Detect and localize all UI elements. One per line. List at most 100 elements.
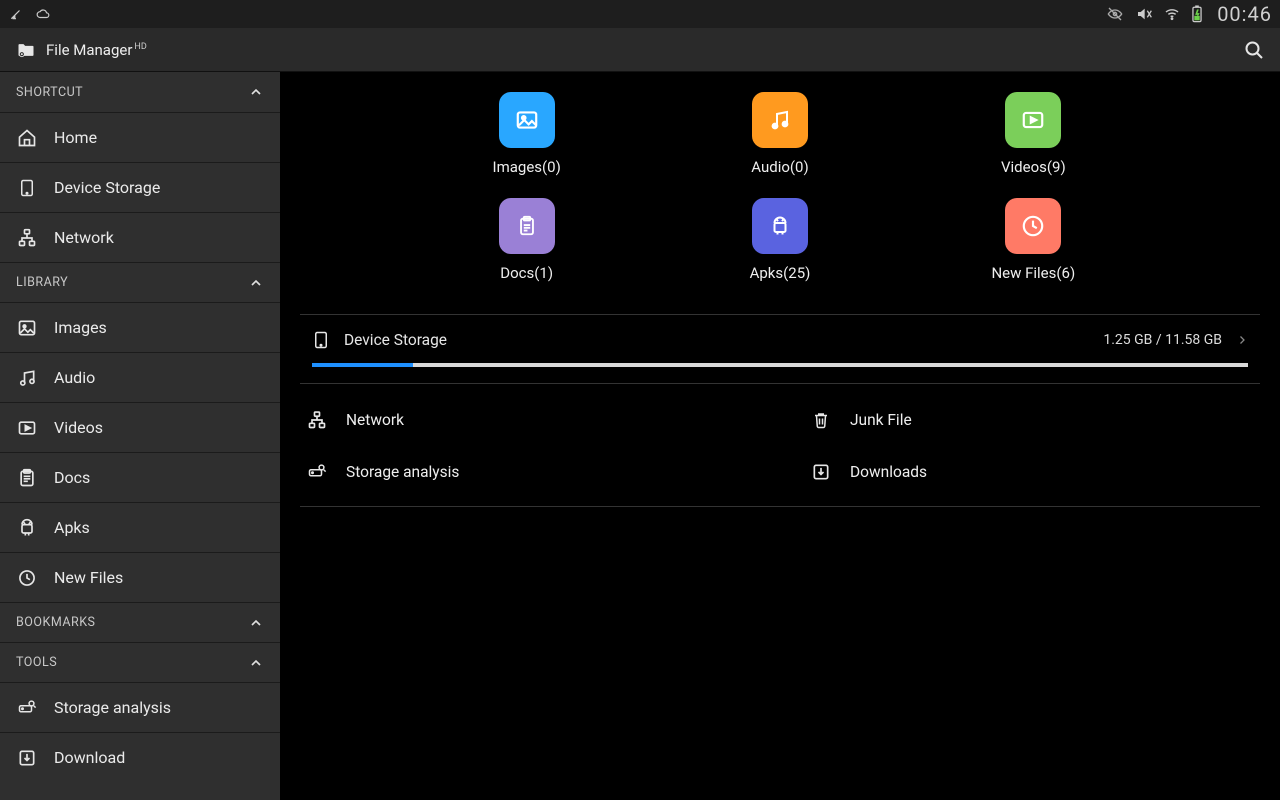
category-label: New Files(6) [991, 264, 1075, 282]
category-label: Videos(9) [1001, 158, 1066, 176]
sidebar-item-label: Apks [54, 518, 90, 537]
tool-label: Junk File [850, 411, 912, 429]
cleaner-icon [8, 7, 24, 21]
sidebar-item-label: Storage analysis [54, 698, 171, 717]
tool-storage-analysis[interactable]: Storage analysis [306, 462, 750, 482]
sidebar-item-label: Videos [54, 418, 103, 437]
sidebar-item-home[interactable]: Home [0, 112, 280, 162]
app-badge-text: HD [134, 42, 146, 52]
drive-search-icon [16, 699, 38, 717]
sidebar-item-label: Docs [54, 468, 90, 487]
sidebar: SHORTCUT Home Device Storage Network LIB… [0, 72, 280, 800]
drive-search-icon [306, 463, 328, 481]
sidebar-item-audio[interactable]: Audio [0, 352, 280, 402]
sidebar-item-storage-analysis[interactable]: Storage analysis [0, 682, 280, 732]
app-name-text: File Manager [46, 41, 132, 59]
download-icon [16, 748, 38, 768]
category-label: Audio(0) [751, 158, 808, 176]
chevron-up-icon [248, 275, 264, 291]
sidebar-header-label: SHORTCUT [16, 85, 83, 100]
sidebar-item-label: Home [54, 128, 97, 147]
sidebar-item-apks[interactable]: Apks [0, 502, 280, 552]
eye-off-icon [1105, 6, 1125, 22]
category-videos[interactable]: Videos(9) [907, 92, 1160, 176]
sidebar-item-device-storage[interactable]: Device Storage [0, 162, 280, 212]
main-area: Images(0) Audio(0) Videos(9) Docs(1) [280, 72, 1280, 800]
tool-label: Storage analysis [346, 463, 459, 481]
chevron-up-icon [248, 655, 264, 671]
category-newfiles[interactable]: New Files(6) [907, 198, 1160, 282]
app-header: File ManagerHD [0, 28, 1280, 72]
sidebar-item-docs[interactable]: Docs [0, 452, 280, 502]
sidebar-item-download[interactable]: Download [0, 732, 280, 782]
video-icon [16, 418, 38, 438]
tile-docs [499, 198, 555, 254]
storage-capacity: 1.25 GB / 11.58 GB [1103, 332, 1222, 348]
sidebar-header-label: BOOKMARKS [16, 615, 95, 630]
sidebar-section-tools[interactable]: TOOLS [0, 642, 280, 682]
sidebar-header-label: LIBRARY [16, 275, 68, 290]
tool-label: Downloads [850, 463, 927, 481]
category-grid: Images(0) Audio(0) Videos(9) Docs(1) [280, 92, 1280, 306]
app-title[interactable]: File ManagerHD [14, 40, 147, 60]
battery-charging-icon [1191, 5, 1203, 23]
tile-videos [1005, 92, 1061, 148]
tile-apks [752, 198, 808, 254]
chevron-right-icon [1236, 332, 1248, 348]
tablet-icon [312, 329, 330, 351]
status-clock: 00:46 [1217, 2, 1272, 26]
sidebar-item-label: New Files [54, 568, 123, 587]
clipboard-icon [16, 468, 38, 488]
tool-label: Network [346, 411, 404, 429]
chevron-up-icon [248, 84, 264, 100]
clock-icon [16, 568, 38, 588]
sidebar-section-shortcut[interactable]: SHORTCUT [0, 72, 280, 112]
sidebar-item-label: Images [54, 318, 107, 337]
sidebar-item-label: Device Storage [54, 178, 160, 197]
tool-junk-file[interactable]: Junk File [810, 410, 1254, 430]
tool-links: Network Junk File Storage analysis Downl… [300, 402, 1260, 507]
storage-progress [312, 363, 1248, 367]
tile-newfiles [1005, 198, 1061, 254]
category-apks[interactable]: Apks(25) [653, 198, 906, 282]
home-icon [16, 128, 38, 148]
android-icon [16, 518, 38, 538]
sidebar-item-network[interactable]: Network [0, 212, 280, 262]
wifi-icon [1163, 6, 1181, 22]
android-status-bar: 00:46 [0, 0, 1280, 28]
sidebar-item-label: Download [54, 748, 125, 767]
trash-icon [810, 410, 832, 430]
sidebar-item-newfiles[interactable]: New Files [0, 552, 280, 602]
download-icon [810, 462, 832, 482]
tool-downloads[interactable]: Downloads [810, 462, 1254, 482]
image-icon [16, 318, 38, 338]
cloud-icon [34, 7, 52, 21]
category-docs[interactable]: Docs(1) [400, 198, 653, 282]
category-audio[interactable]: Audio(0) [653, 92, 906, 176]
category-label: Docs(1) [500, 264, 553, 282]
sidebar-header-label: TOOLS [16, 655, 57, 670]
storage-progress-fill [312, 363, 413, 367]
category-label: Images(0) [493, 158, 561, 176]
network-icon [16, 228, 38, 248]
sidebar-item-label: Audio [54, 368, 95, 387]
chevron-up-icon [248, 615, 264, 631]
music-icon [16, 368, 38, 388]
sidebar-section-bookmarks[interactable]: BOOKMARKS [0, 602, 280, 642]
sidebar-section-library[interactable]: LIBRARY [0, 262, 280, 302]
storage-row[interactable]: Device Storage 1.25 GB / 11.58 GB [300, 314, 1260, 384]
folder-gear-icon [14, 40, 38, 60]
tool-network[interactable]: Network [306, 410, 750, 430]
sidebar-item-videos[interactable]: Videos [0, 402, 280, 452]
sidebar-item-label: Network [54, 228, 114, 247]
category-images[interactable]: Images(0) [400, 92, 653, 176]
sidebar-item-images[interactable]: Images [0, 302, 280, 352]
tile-images [499, 92, 555, 148]
category-label: Apks(25) [750, 264, 811, 282]
network-icon [306, 410, 328, 430]
search-button[interactable] [1242, 38, 1266, 62]
tablet-icon [16, 177, 38, 199]
storage-label: Device Storage [344, 331, 447, 349]
mute-icon [1135, 6, 1153, 22]
tile-audio [752, 92, 808, 148]
